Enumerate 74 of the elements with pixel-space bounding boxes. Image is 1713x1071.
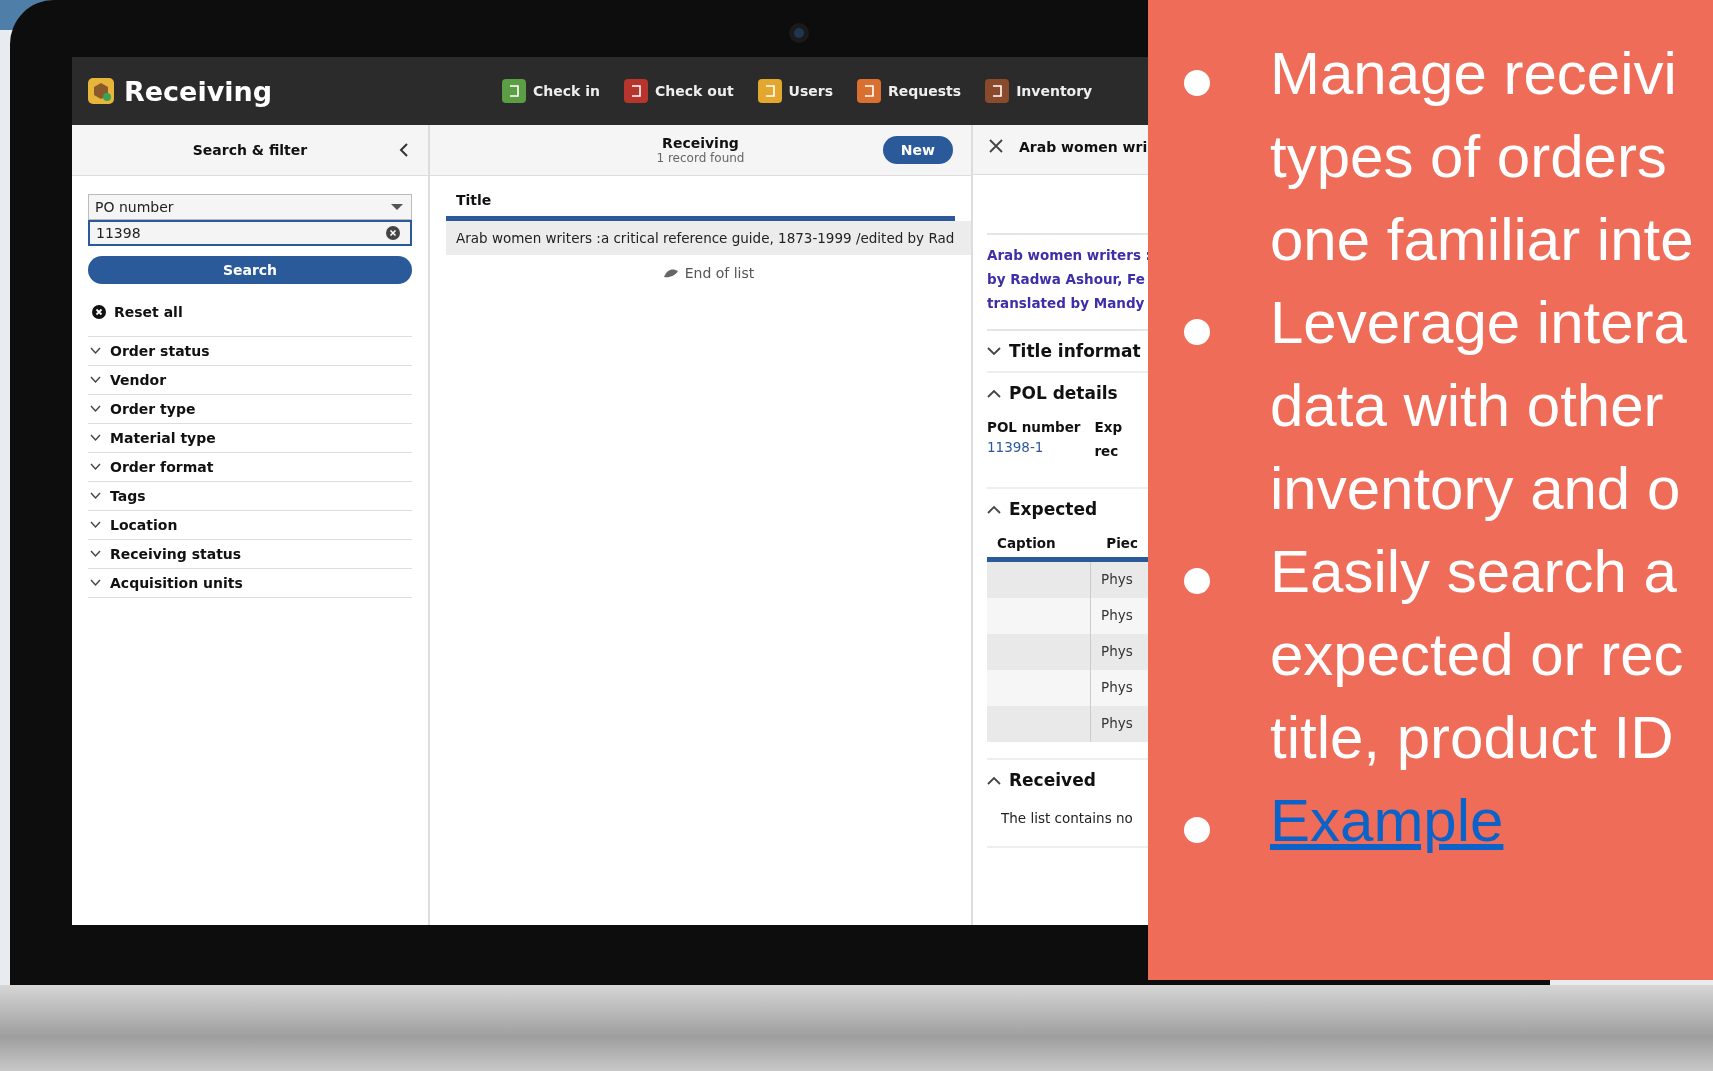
filter-accordion[interactable]: Tags bbox=[88, 482, 412, 511]
chevron-icon bbox=[90, 492, 101, 500]
table-row[interactable]: Phys bbox=[987, 634, 1148, 670]
filter-accordion[interactable]: Acquisition units bbox=[88, 569, 412, 598]
filter-accordion[interactable]: Order status bbox=[88, 337, 412, 366]
chevron-left-icon[interactable] bbox=[398, 142, 410, 158]
table-row[interactable]: Phys bbox=[987, 670, 1148, 706]
filter-accordion[interactable]: Order type bbox=[88, 395, 412, 424]
table-cell-text: Phys bbox=[1100, 678, 1134, 697]
chevron-icon bbox=[90, 550, 101, 558]
table-cell-text: Phys bbox=[1100, 570, 1134, 589]
chevron-icon bbox=[987, 504, 1001, 514]
table-row[interactable]: Phys bbox=[987, 706, 1148, 742]
column-header[interactable]: Caption bbox=[987, 529, 1097, 557]
reset-all-button[interactable]: Reset all bbox=[88, 300, 187, 324]
table-cell-text: Phys bbox=[1100, 642, 1134, 661]
section-header[interactable]: POL details bbox=[987, 373, 1118, 413]
bullet-icon bbox=[1184, 568, 1210, 594]
nav-link[interactable]: Check in bbox=[502, 79, 601, 103]
nav-link[interactable]: Check out bbox=[624, 79, 734, 103]
filter-accordion[interactable]: Material type bbox=[88, 424, 412, 453]
chevron-icon bbox=[90, 347, 101, 355]
search-button[interactable]: Search bbox=[88, 256, 412, 284]
leaf-icon bbox=[662, 267, 679, 279]
chevron-icon bbox=[90, 579, 101, 587]
nav-link[interactable]: Requests bbox=[857, 79, 962, 103]
filter-accordion[interactable]: Location bbox=[88, 511, 412, 540]
end-of-list: End of list bbox=[684, 265, 755, 281]
bullet-icon bbox=[1184, 817, 1210, 843]
section-header[interactable]: Title informat bbox=[987, 331, 1141, 371]
field-label: POL number bbox=[987, 418, 1081, 437]
nav-link[interactable]: Inventory bbox=[985, 79, 1093, 103]
package-icon bbox=[88, 78, 114, 104]
table-cell-text: Phys bbox=[1100, 606, 1134, 625]
bullet-text: Leverage intera data with other inventory and o bbox=[1270, 288, 1687, 524]
pol-number-link[interactable]: 11398-1 bbox=[987, 439, 1081, 455]
new-button[interactable]: New bbox=[882, 136, 953, 164]
result-row[interactable]: Arab women writers :a critical reference guide, 1873-1999 /edited by Rad bbox=[446, 221, 971, 255]
column-header[interactable]: Piec bbox=[1096, 529, 1148, 557]
bullet-icon bbox=[1184, 319, 1210, 345]
empty-message: The list contains no bbox=[1000, 809, 1134, 828]
pane-title: Search & filter bbox=[192, 142, 308, 158]
chevron-icon bbox=[90, 434, 101, 442]
field-label: Exp rec bbox=[1094, 418, 1123, 461]
section-header[interactable]: Expected bbox=[987, 489, 1098, 529]
table-row[interactable]: Phys bbox=[987, 562, 1148, 598]
bullet-text: Easily search a expected or rec title, product ID bbox=[1270, 537, 1684, 773]
chevron-icon bbox=[987, 346, 1001, 356]
filter-accordion[interactable]: Vendor bbox=[88, 366, 412, 395]
camera-icon bbox=[788, 22, 810, 44]
filter-accordion[interactable]: Receiving status bbox=[88, 540, 412, 569]
clear-icon[interactable] bbox=[386, 226, 400, 240]
chevron-icon bbox=[90, 376, 101, 384]
filter-accordion[interactable]: Order format bbox=[88, 453, 412, 482]
record-count: 1 record found bbox=[656, 151, 745, 165]
chevron-icon bbox=[90, 463, 101, 471]
bullet-text: Manage receivi types of orders one familiar inte bbox=[1270, 39, 1694, 275]
chevron-icon bbox=[987, 388, 1001, 398]
close-icon[interactable] bbox=[989, 139, 1003, 153]
bullet-icon bbox=[1184, 70, 1210, 96]
caret-icon bbox=[391, 203, 403, 211]
clear-icon bbox=[92, 305, 106, 319]
table-row[interactable]: Phys bbox=[987, 598, 1148, 634]
nav-link[interactable]: Users bbox=[757, 79, 833, 103]
pane-title: Receiving bbox=[662, 135, 739, 151]
table-cell-text: Phys bbox=[1100, 714, 1134, 733]
search-field-select[interactable]: PO number bbox=[88, 194, 412, 220]
chevron-icon bbox=[987, 775, 1001, 785]
chevron-icon bbox=[90, 521, 101, 529]
chevron-icon bbox=[90, 405, 101, 413]
app-title: Receiving bbox=[124, 75, 273, 107]
search-input[interactable]: 11398 bbox=[88, 220, 412, 246]
section-header[interactable]: Received bbox=[987, 760, 1096, 800]
pane-title: Arab women wri bbox=[1019, 139, 1148, 155]
